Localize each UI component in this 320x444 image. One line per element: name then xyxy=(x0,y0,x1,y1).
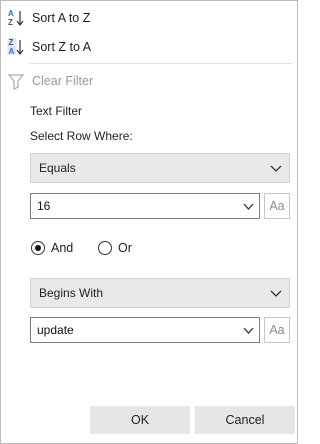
chevron-down-icon xyxy=(270,290,282,297)
condition1-operator-value: Equals xyxy=(39,161,76,175)
condition1-operator-select[interactable]: Equals xyxy=(30,153,290,183)
or-radio[interactable]: Or xyxy=(98,239,132,257)
chevron-down-icon xyxy=(270,165,282,172)
or-radio-label: Or xyxy=(118,241,132,255)
cancel-button-label: Cancel xyxy=(225,413,265,427)
svg-text:Z: Z xyxy=(9,38,14,47)
sort-z-to-a-label: Sort Z to A xyxy=(32,40,92,54)
cancel-button[interactable]: Cancel xyxy=(195,406,295,434)
svg-text:Z: Z xyxy=(8,18,13,27)
text-filter-heading: Text Filter xyxy=(30,104,83,118)
svg-text:A: A xyxy=(8,9,14,18)
condition2-value-text: update xyxy=(37,323,74,337)
condition1-match-case-button[interactable]: Aa xyxy=(264,193,290,219)
and-radio-label: And xyxy=(51,241,74,255)
match-case-label: Aa xyxy=(269,199,285,213)
match-case-label: Aa xyxy=(269,323,285,337)
or-radio-circle[interactable] xyxy=(98,241,112,255)
filter-popup: A Z Sort A to Z Z A Sort Z to A Clear Fi… xyxy=(0,0,298,444)
condition2-match-case-button[interactable]: Aa xyxy=(264,317,290,343)
ok-button-label: OK xyxy=(130,413,150,427)
condition2-operator-select[interactable]: Begins With xyxy=(30,278,290,308)
clear-filter-label: Clear Filter xyxy=(32,74,94,88)
condition2-operator-value: Begins With xyxy=(39,286,104,300)
sort-a-to-z-label: Sort A to Z xyxy=(32,11,91,25)
select-row-where-label: Select Row Where: xyxy=(30,129,133,143)
sort-descending-icon: Z A xyxy=(7,38,24,56)
sort-ascending-icon: A Z xyxy=(8,9,24,27)
sort-a-to-z-item[interactable]: A Z Sort A to Z xyxy=(2,3,296,33)
and-radio[interactable]: And xyxy=(31,239,73,257)
condition2-value-input[interactable]: update xyxy=(30,317,260,343)
funnel-clear-icon xyxy=(7,74,25,90)
condition1-value-text: 16 xyxy=(37,199,51,213)
sort-z-to-a-item[interactable]: Z A Sort Z to A xyxy=(2,32,296,62)
chevron-down-icon[interactable] xyxy=(243,326,254,335)
condition1-value-input[interactable]: 16 xyxy=(30,193,260,219)
clear-filter-item[interactable]: Clear Filter xyxy=(2,66,296,96)
and-radio-circle[interactable] xyxy=(31,241,45,255)
chevron-down-icon[interactable] xyxy=(243,202,254,211)
menu-divider xyxy=(29,63,293,64)
ok-button[interactable]: OK xyxy=(90,406,190,434)
svg-text:A: A xyxy=(9,47,15,56)
